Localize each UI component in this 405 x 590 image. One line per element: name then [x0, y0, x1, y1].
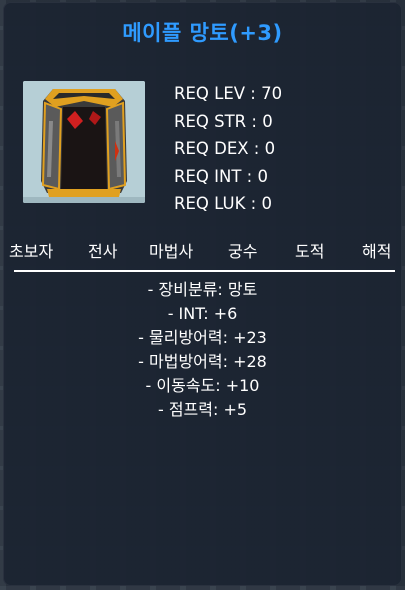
job-thief: 도적: [295, 242, 325, 261]
stat-speed: - 이동속도: +10: [145, 376, 260, 395]
job-bowman: 궁수: [228, 242, 258, 261]
stat-phys-def: - 물리방어력: +23: [138, 328, 267, 347]
req-int: REQ INT : 0: [174, 166, 268, 186]
stat-magic-def: - 마법방어력: +28: [138, 352, 267, 371]
job-list: 초보자 전사 마법사 궁수 도적 해적: [0, 238, 405, 264]
item-name: 메이플 망토(+3): [122, 21, 283, 45]
req-luk: REQ LUK : 0: [174, 194, 272, 213]
job-beginner: 초보자: [9, 242, 54, 261]
job-pirate: 해적: [362, 242, 392, 261]
req-str: REQ STR : 0: [174, 111, 273, 131]
stat-category: - 장비분류: 망토: [147, 280, 258, 299]
job-magician: 마법사: [149, 242, 194, 261]
requirements-list: REQ LEV : 70 REQ STR : 0 REQ DEX : 0 REQ…: [174, 80, 282, 218]
item-icon-frame: [23, 81, 145, 203]
job-warrior: 전사: [88, 242, 118, 261]
stat-int: - INT: +6: [167, 304, 238, 323]
req-level: REQ LEV : 70: [174, 84, 283, 103]
stat-jump: - 점프력: +5: [157, 400, 248, 419]
stats-list: - 장비분류: 망토 - INT: +6 - 물리방어력: +23 - 마법방어…: [0, 278, 405, 422]
divider: [14, 270, 395, 272]
req-dex: REQ DEX : 0: [174, 139, 276, 158]
cape-icon: [23, 81, 145, 203]
